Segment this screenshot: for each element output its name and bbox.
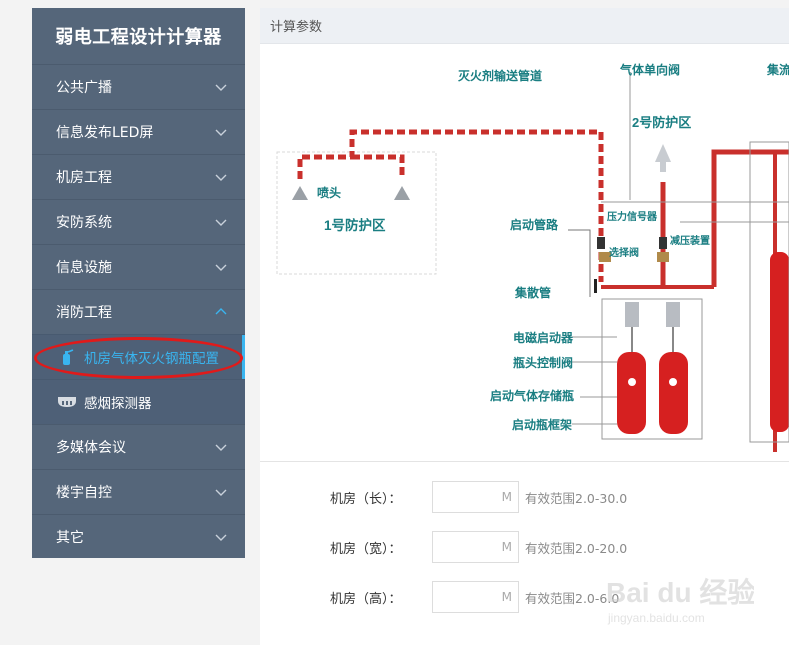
height-input[interactable]: M: [432, 581, 519, 613]
chevron-down-icon: [215, 84, 227, 91]
sidebar-item-led-screen[interactable]: 信息发布LED屏: [32, 109, 245, 154]
sidebar-item-label: 信息发布LED屏: [56, 125, 154, 141]
label-nozzle: 喷头: [317, 185, 341, 200]
chevron-down-icon: [215, 489, 227, 496]
smoke-detector-icon: [56, 391, 78, 413]
form-row-width: 机房（宽）： M 有效范围2.0-20.0: [260, 531, 789, 563]
sidebar-item-label: 多媒体会议: [56, 440, 126, 456]
sidebar-item-label: 消防工程: [56, 305, 112, 321]
sidebar-item-building-automation[interactable]: 楼宇自控: [32, 469, 245, 514]
sidebar-subitem-label: 感烟探测器: [84, 396, 152, 412]
app-title: 弱电工程设计计算器: [55, 27, 222, 48]
chevron-down-icon: [215, 219, 227, 226]
sidebar-item-label: 信息设施: [56, 260, 112, 276]
field-label-width: 机房（宽）：: [330, 541, 402, 557]
sidebar-item-security[interactable]: 安防系统: [32, 199, 245, 244]
field-label-height: 机房（高）：: [330, 591, 402, 607]
sidebar-item-public-broadcast[interactable]: 公共广播: [32, 64, 245, 109]
sidebar-item-label: 安防系统: [56, 215, 112, 231]
arrow-up-icon: [655, 144, 671, 162]
label-head-valve: 瓶头控制阀: [513, 355, 573, 370]
label-start-pipe: 启动管路: [510, 217, 559, 232]
label-zone-2: 2号防护区: [632, 115, 691, 130]
extinguisher-icon: [56, 346, 78, 368]
label-check-valve: 气体单向阀: [619, 62, 680, 77]
label-collector: 集散管: [514, 285, 551, 300]
sidebar-item-fire-engineering[interactable]: 消防工程: [32, 289, 245, 334]
gas-cylinder-left: [617, 302, 646, 434]
label-select-valve: 选择阀: [609, 246, 639, 259]
sidebar-subitem-gas-cylinder-config[interactable]: 机房气体灭火钢瓶配置: [32, 334, 245, 379]
label-zone-1: 1号防护区: [324, 217, 386, 233]
unit-label: M: [501, 590, 512, 604]
watermark-url: jingyan.baidu.com: [607, 611, 705, 625]
label-solenoid: 电磁启动器: [513, 330, 574, 345]
panel-title: 计算参数: [260, 8, 789, 44]
sidebar-item-multimedia-meeting[interactable]: 多媒体会议: [32, 424, 245, 469]
range-hint-width: 有效范围2.0-20.0: [525, 540, 628, 556]
width-input[interactable]: M: [432, 531, 519, 563]
sidebar-item-info-facilities[interactable]: 信息设施: [32, 244, 245, 289]
unit-label: M: [501, 540, 512, 554]
range-hint-length: 有效范围2.0-30.0: [525, 490, 628, 506]
sidebar-item-machine-room[interactable]: 机房工程: [32, 154, 245, 199]
divider: [260, 461, 789, 462]
sidebar-subitem-label: 机房气体灭火钢瓶配置: [84, 351, 219, 367]
label-manifold: 集流: [766, 62, 789, 77]
sidebar: 弱电工程设计计算器 公共广播 信息发布LED屏 机房工程 安防系统 信息设施 消…: [32, 8, 245, 558]
form-row-length: 机房（长）： M 有效范围2.0-30.0: [260, 481, 789, 513]
label-pressure-switch: 压力信号器: [607, 210, 658, 223]
chevron-down-icon: [215, 174, 227, 181]
sidebar-subitem-smoke-detector[interactable]: 感烟探测器: [32, 379, 245, 424]
chevron-down-icon: [215, 534, 227, 541]
gas-extinguishing-system-diagram: 灭火剂输送管道 气体单向阀 集流 2号防护区 喷头 1号防护区 启动管路 压力信…: [260, 52, 789, 460]
sidebar-item-label: 楼宇自控: [56, 485, 112, 501]
chevron-up-icon: [215, 308, 227, 315]
sidebar-item-label: 其它: [56, 530, 84, 546]
field-label-length: 机房（长）：: [330, 491, 402, 507]
chevron-down-icon: [215, 129, 227, 136]
label-delivery-pipe: 灭火剂输送管道: [457, 68, 542, 83]
label-frame: 启动瓶框架: [512, 417, 572, 432]
label-gas-cylinder: 启动气体存储瓶: [490, 388, 574, 403]
baidu-jingyan-watermark: Bai du 经验 jingyan.baidu.com: [604, 562, 755, 632]
gas-cylinder-right: [659, 302, 688, 434]
sidebar-item-others[interactable]: 其它: [32, 514, 245, 559]
chevron-down-icon: [215, 264, 227, 271]
watermark-brand: Bai du 经验: [606, 576, 754, 608]
sidebar-item-label: 公共广播: [56, 80, 112, 96]
main-panel: 计算参数 灭火剂输送管道 气体单向阀 集流 2号防护区 喷头 1号防护区 启动管…: [260, 8, 789, 645]
length-input[interactable]: M: [432, 481, 519, 513]
sidebar-item-label: 机房工程: [56, 170, 112, 186]
unit-label: M: [501, 490, 512, 504]
chevron-down-icon: [215, 444, 227, 451]
label-reducer: 减压装置: [670, 234, 710, 247]
